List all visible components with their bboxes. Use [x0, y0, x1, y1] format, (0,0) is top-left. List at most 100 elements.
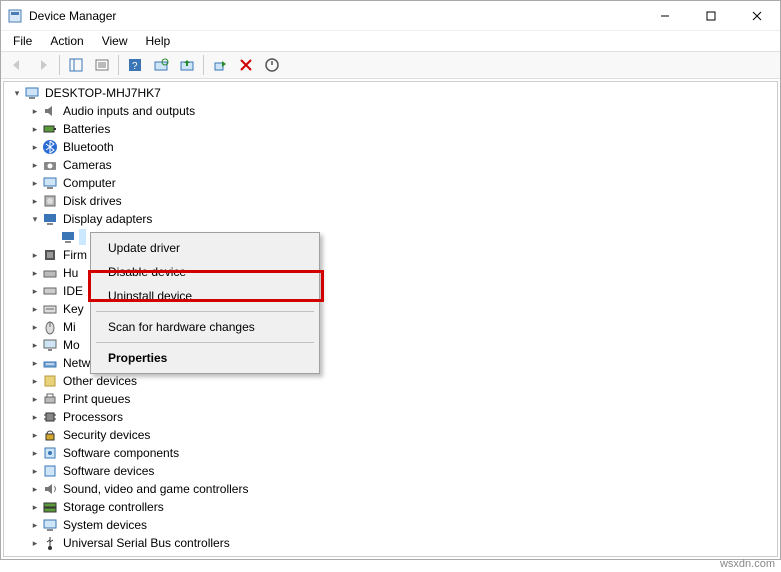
printer-icon: [42, 391, 58, 407]
chevron-right-icon[interactable]: ▸: [28, 374, 42, 388]
chevron-right-icon[interactable]: ▸: [28, 248, 42, 262]
storage-icon: [42, 499, 58, 515]
swcomp-icon: [42, 445, 58, 461]
minimize-button[interactable]: [642, 1, 688, 31]
category-label: Sound, video and game controllers: [61, 481, 250, 497]
category-label: Hu: [61, 265, 80, 281]
chevron-right-icon[interactable]: ▸: [28, 428, 42, 442]
watermark: wsxdn.com: [720, 558, 775, 570]
chevron-right-icon[interactable]: ▸: [28, 392, 42, 406]
chevron-right-icon[interactable]: ▸: [28, 104, 42, 118]
back-button[interactable]: [5, 53, 29, 77]
category-cameras[interactable]: ▸Cameras: [28, 156, 777, 174]
computer-icon: [24, 85, 40, 101]
chevron-right-icon[interactable]: ▸: [28, 122, 42, 136]
chevron-right-icon[interactable]: ▸: [28, 140, 42, 154]
cm-update-driver[interactable]: Update driver: [94, 236, 316, 260]
root-node[interactable]: ▾ DESKTOP-MHJ7HK7: [10, 84, 777, 102]
firmware-icon: [42, 247, 58, 263]
category-disk[interactable]: ▸ Disk drives: [28, 192, 777, 210]
chevron-right-icon[interactable]: ▸: [28, 356, 42, 370]
category-system[interactable]: ▸ System devices: [28, 516, 777, 534]
cm-disable-device[interactable]: Disable device: [94, 260, 316, 284]
display-icon: [42, 211, 58, 227]
hid-icon: [42, 265, 58, 281]
category-label: Mo: [61, 337, 82, 353]
menu-help[interactable]: Help: [138, 32, 179, 50]
category-label: Bluetooth: [61, 139, 116, 155]
category-label: Disk drives: [61, 193, 124, 209]
menu-file[interactable]: File: [5, 32, 40, 50]
cm-properties[interactable]: Properties: [94, 346, 316, 370]
category-display[interactable]: ▾ Display adapters: [28, 210, 777, 228]
chevron-right-icon[interactable]: ▸: [28, 284, 42, 298]
chevron-right-icon[interactable]: ▸: [28, 464, 42, 478]
chevron-right-icon[interactable]: ▸: [28, 410, 42, 424]
scan-button[interactable]: [149, 53, 173, 77]
menu-action[interactable]: Action: [42, 32, 91, 50]
category-label: Mi: [61, 319, 78, 335]
mouse-icon: [42, 319, 58, 335]
cm-uninstall-device[interactable]: Uninstall device: [94, 284, 316, 308]
category-swcomp[interactable]: ▸ Software components: [28, 444, 777, 462]
chevron-right-icon[interactable]: ▸: [28, 158, 42, 172]
toolbar: ?: [1, 51, 780, 79]
ide-icon: [42, 283, 58, 299]
category-sound[interactable]: ▸ Sound, video and game controllers: [28, 480, 777, 498]
chevron-right-icon[interactable]: ▸: [28, 518, 42, 532]
show-hide-tree-button[interactable]: [64, 53, 88, 77]
menu-view[interactable]: View: [94, 32, 136, 50]
bluetooth-icon: [42, 139, 58, 155]
battery-icon: [42, 121, 58, 137]
chevron-right-icon[interactable]: ▸: [28, 446, 42, 460]
chevron-down-icon[interactable]: ▾: [10, 86, 24, 100]
chevron-right-icon[interactable]: ▸: [28, 320, 42, 334]
chevron-right-icon[interactable]: ▸: [28, 500, 42, 514]
usb-icon: [42, 535, 58, 551]
category-label: Firm: [61, 247, 89, 263]
other-icon: [42, 373, 58, 389]
svg-text:?: ?: [132, 61, 138, 72]
category-label: Display adapters: [61, 211, 154, 227]
help-button[interactable]: ?: [123, 53, 147, 77]
category-computer[interactable]: ▸ Computer: [28, 174, 777, 192]
chevron-right-icon[interactable]: ▸: [28, 302, 42, 316]
toolbar-separator: [203, 55, 204, 75]
chevron-right-icon[interactable]: ▸: [28, 266, 42, 280]
app-icon: [7, 8, 23, 24]
category-batteries[interactable]: ▸Batteries: [28, 120, 777, 138]
category-security[interactable]: ▸Security devices: [28, 426, 777, 444]
forward-button[interactable]: [31, 53, 55, 77]
cm-scan-changes[interactable]: Scan for hardware changes: [94, 315, 316, 339]
category-printq[interactable]: ▸Print queues: [28, 390, 777, 408]
chevron-down-icon[interactable]: ▾: [28, 212, 42, 226]
maximize-button[interactable]: [688, 1, 734, 31]
uninstall-button[interactable]: [234, 53, 258, 77]
chevron-right-icon[interactable]: ▸: [28, 482, 42, 496]
close-button[interactable]: [734, 1, 780, 31]
display-icon: [60, 229, 76, 245]
chevron-right-icon[interactable]: ▸: [28, 536, 42, 550]
category-label: System devices: [61, 517, 149, 533]
properties-button[interactable]: [90, 53, 114, 77]
chevron-right-icon[interactable]: ▸: [28, 338, 42, 352]
chevron-right-icon[interactable]: ▸: [28, 194, 42, 208]
category-label: Key: [61, 301, 86, 317]
category-usb[interactable]: ▸Universal Serial Bus controllers: [28, 534, 777, 552]
update-driver-button[interactable]: [175, 53, 199, 77]
category-swdev[interactable]: ▸Software devices: [28, 462, 777, 480]
chevron-right-icon[interactable]: ▸: [28, 176, 42, 190]
category-storage[interactable]: ▸Storage controllers: [28, 498, 777, 516]
category-label: IDE: [61, 283, 85, 299]
audio-icon: [42, 103, 58, 119]
enable-button[interactable]: [208, 53, 232, 77]
category-label: Computer: [61, 175, 118, 191]
category-processors[interactable]: ▸Processors: [28, 408, 777, 426]
category-audio[interactable]: ▸Audio inputs and outputs: [28, 102, 777, 120]
disable-button[interactable]: [260, 53, 284, 77]
keyboard-icon: [42, 301, 58, 317]
category-label: Software components: [61, 445, 181, 461]
device-label: [79, 229, 86, 245]
category-bluetooth[interactable]: ▸ Bluetooth: [28, 138, 777, 156]
category-other[interactable]: ▸Other devices: [28, 372, 777, 390]
